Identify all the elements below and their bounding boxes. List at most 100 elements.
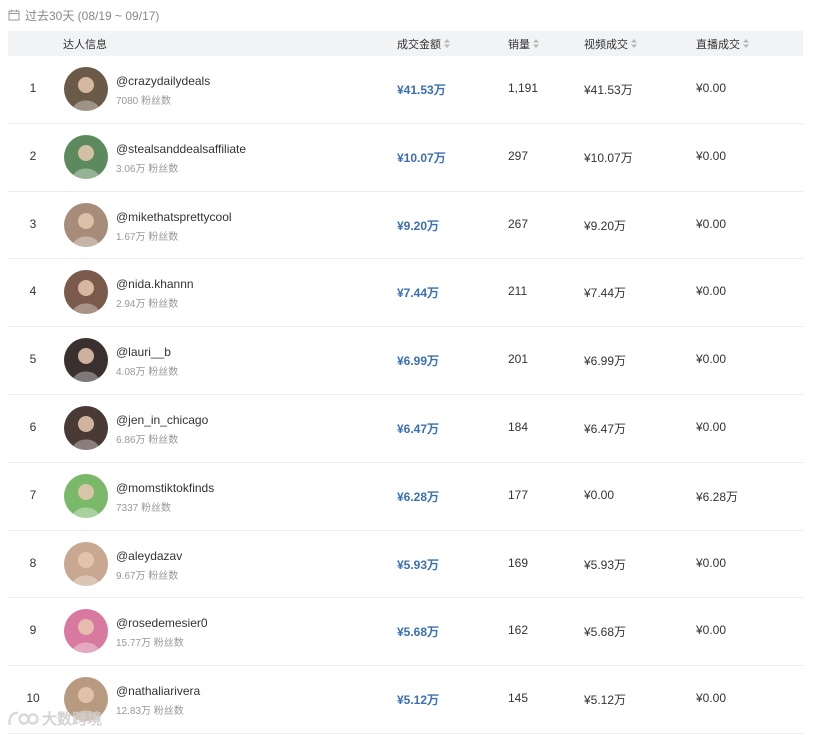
live-gmv-value: ¥0.00 bbox=[696, 148, 727, 163]
avatar[interactable] bbox=[64, 541, 108, 586]
follower-count: 12.83万 粉丝数 bbox=[116, 706, 184, 718]
follower-count: 3.06万 粉丝数 bbox=[116, 163, 179, 175]
video-gmv-value: ¥41.53万 bbox=[584, 83, 633, 97]
live-gmv-value: ¥0.00 bbox=[696, 81, 727, 95]
live-gmv-value: ¥6.28万 bbox=[696, 489, 739, 504]
table-row[interactable]: 6 @jen_in_chicago 6.86万 粉丝数 ¥6.47万 184 ¥… bbox=[8, 395, 803, 463]
video-gmv-value: ¥5.12万 bbox=[584, 693, 627, 708]
follower-count: 15.77万 粉丝数 bbox=[116, 638, 184, 650]
follower-count: 1.67万 粉丝数 bbox=[116, 231, 179, 243]
avatar[interactable] bbox=[64, 134, 108, 179]
avatar[interactable] bbox=[64, 609, 108, 654]
watermark: 大数跨境 bbox=[6, 708, 102, 729]
live-gmv-value: ¥0.00 bbox=[696, 691, 727, 706]
video-gmv-value: ¥10.07万 bbox=[584, 150, 633, 165]
sales-value: 177 bbox=[508, 487, 529, 502]
avatar-icon bbox=[64, 67, 108, 111]
sales-value: 162 bbox=[508, 623, 529, 638]
column-header-video-gmv[interactable]: 视频成交 bbox=[584, 36, 637, 52]
sort-icon[interactable] bbox=[631, 39, 637, 48]
sales-value: 211 bbox=[508, 284, 528, 299]
column-header-gmv[interactable]: 成交金额 bbox=[397, 36, 450, 52]
influencer-handle[interactable]: @crazydailydeals bbox=[116, 74, 210, 88]
influencer-handle[interactable]: @mikethatsprettycool bbox=[116, 210, 232, 224]
table-row[interactable]: 4 @nida.khannn 2.94万 粉丝数 ¥7.44万 211 ¥7.4… bbox=[8, 259, 803, 328]
follower-count: 9.67万 粉丝数 bbox=[116, 570, 179, 582]
follower-count: 6.86万 粉丝数 bbox=[116, 434, 179, 446]
table-row[interactable]: 7 @momstiktokfinds 7337 粉丝数 ¥6.28万 177 ¥… bbox=[8, 463, 803, 531]
sales-value: 1,191 bbox=[508, 81, 539, 95]
avatar[interactable] bbox=[64, 67, 108, 111]
table-row[interactable]: 8 @aleydazav 9.67万 粉丝数 ¥5.93万 169 ¥5.93万… bbox=[8, 531, 803, 599]
date-range[interactable]: 过去30天 (08/19 ~ 09/17) bbox=[8, 7, 159, 23]
follower-count: 7080 粉丝数 bbox=[116, 96, 172, 107]
table-row[interactable]: 2 @stealsanddealsaffiliate 3.06万 粉丝数 ¥10… bbox=[8, 124, 803, 192]
video-gmv-value: ¥5.93万 bbox=[584, 557, 627, 572]
table-row[interactable]: 1 @crazydailydeals 7080 粉丝数 ¥41.53万 1,19… bbox=[8, 56, 803, 124]
video-gmv-value: ¥5.68万 bbox=[584, 625, 627, 640]
live-gmv-value: ¥0.00 bbox=[696, 555, 727, 570]
influencer-table: 达人信息 成交金额 销量 视频成交 直播成交 1 @crazydailydeal… bbox=[8, 31, 803, 734]
rank: 2 bbox=[29, 148, 37, 163]
table-row[interactable]: 3 @mikethatsprettycool 1.67万 粉丝数 ¥9.20万 … bbox=[8, 192, 803, 260]
influencer-handle[interactable]: @nida.khannn bbox=[116, 277, 194, 291]
rank: 4 bbox=[29, 284, 37, 299]
video-gmv-value: ¥7.44万 bbox=[584, 286, 627, 301]
avatar-icon bbox=[64, 473, 108, 518]
table-row[interactable]: 10 @nathaliarivera 12.83万 粉丝数 ¥5.12万 145… bbox=[8, 666, 803, 734]
column-header-live-gmv[interactable]: 直播成交 bbox=[696, 36, 749, 52]
influencer-handle[interactable]: @aleydazav bbox=[116, 549, 182, 563]
live-gmv-value: ¥0.00 bbox=[696, 419, 727, 434]
influencer-handle[interactable]: @jen_in_chicago bbox=[116, 413, 208, 427]
watermark-text: 大数跨境 bbox=[42, 711, 103, 728]
rank: 1 bbox=[29, 81, 37, 95]
sort-icon[interactable] bbox=[444, 39, 450, 48]
calendar-icon bbox=[8, 9, 20, 21]
sort-icon[interactable] bbox=[743, 39, 749, 48]
avatar-icon bbox=[64, 405, 108, 450]
gmv-value: ¥5.93万 bbox=[397, 557, 440, 572]
rank: 3 bbox=[29, 216, 37, 231]
date-range-label: 过去30天 (08/19 ~ 09/17) bbox=[25, 8, 160, 23]
avatar-icon bbox=[64, 270, 108, 315]
sales-value: 201 bbox=[508, 352, 529, 367]
avatar[interactable] bbox=[64, 202, 108, 247]
video-gmv-value: ¥6.99万 bbox=[584, 354, 627, 369]
gmv-value: ¥6.99万 bbox=[397, 354, 440, 369]
avatar-icon bbox=[64, 541, 108, 586]
column-header-sales[interactable]: 销量 bbox=[508, 36, 539, 52]
gmv-value: ¥6.28万 bbox=[397, 489, 440, 504]
sales-value: 267 bbox=[508, 216, 529, 231]
influencer-handle[interactable]: @nathaliarivera bbox=[116, 684, 200, 698]
brand-logo-icon bbox=[8, 711, 39, 725]
gmv-value: ¥7.44万 bbox=[397, 286, 440, 301]
influencer-handle[interactable]: @rosedemesier0 bbox=[116, 616, 208, 630]
rank: 9 bbox=[29, 623, 37, 638]
rank: 10 bbox=[26, 691, 40, 706]
gmv-value: ¥6.47万 bbox=[397, 421, 440, 436]
column-header-influencer: 达人信息 bbox=[63, 38, 107, 51]
avatar[interactable] bbox=[64, 473, 108, 518]
avatar[interactable] bbox=[64, 338, 108, 383]
live-gmv-value: ¥0.00 bbox=[696, 352, 727, 367]
table-row[interactable]: 9 @rosedemesier0 15.77万 粉丝数 ¥5.68万 162 ¥… bbox=[8, 598, 803, 667]
live-gmv-value: ¥0.00 bbox=[696, 284, 727, 299]
table-body: 1 @crazydailydeals 7080 粉丝数 ¥41.53万 1,19… bbox=[8, 56, 803, 734]
gmv-value: ¥5.12万 bbox=[397, 693, 440, 708]
avatar[interactable] bbox=[64, 270, 108, 315]
live-gmv-value: ¥0.00 bbox=[696, 216, 727, 231]
rank: 5 bbox=[29, 352, 37, 367]
video-gmv-value: ¥0.00 bbox=[584, 487, 615, 502]
influencer-handle[interactable]: @lauri__b bbox=[116, 345, 171, 359]
gmv-value: ¥41.53万 bbox=[397, 83, 446, 97]
avatar[interactable] bbox=[64, 405, 108, 450]
sales-value: 145 bbox=[508, 691, 529, 706]
avatar-icon bbox=[64, 134, 108, 179]
influencer-handle[interactable]: @momstiktokfinds bbox=[116, 481, 214, 495]
sort-icon[interactable] bbox=[533, 39, 539, 48]
rank: 6 bbox=[29, 419, 37, 434]
sales-value: 184 bbox=[508, 419, 529, 434]
table-row[interactable]: 5 @lauri__b 4.08万 粉丝数 ¥6.99万 201 ¥6.99万 … bbox=[8, 327, 803, 395]
influencer-handle[interactable]: @stealsanddealsaffiliate bbox=[116, 142, 246, 156]
video-gmv-value: ¥6.47万 bbox=[584, 421, 627, 436]
